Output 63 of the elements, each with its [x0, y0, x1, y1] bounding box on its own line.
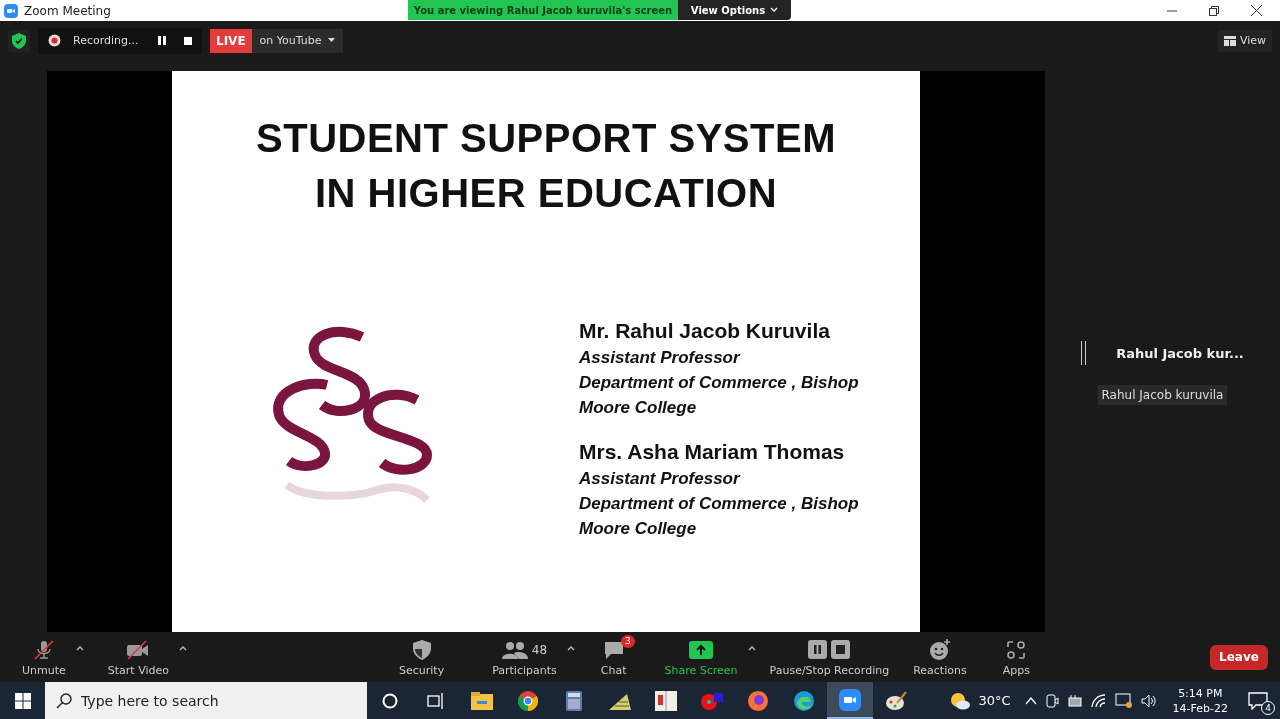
apps-button[interactable]: Apps [998, 635, 1034, 679]
presenter-role: Assistant Professor [579, 347, 742, 369]
smiley-plus-icon [928, 638, 951, 661]
chevron-up-icon[interactable] [1024, 696, 1037, 705]
close-icon[interactable] [1251, 5, 1262, 16]
name-tooltip: Rahul Jacob kuruvila [1097, 385, 1228, 405]
grid-icon [1223, 35, 1236, 46]
encryption-shield-icon[interactable] [8, 29, 30, 52]
unread-badge: 3 [620, 634, 635, 648]
reactions-button[interactable]: Reactions [909, 635, 971, 679]
record-dot-icon [48, 34, 61, 47]
live-target-button[interactable]: on YouTube [251, 28, 343, 53]
wifi-icon[interactable] [1090, 693, 1107, 708]
slide-title: STUDENT SUPPORT SYSTEM [256, 115, 836, 162]
weather-temperature[interactable]: 30°C [978, 693, 1011, 708]
presenter-name: Mr. Rahul Jacob Kuruvila [579, 318, 831, 344]
recording-status: Recording... [73, 34, 139, 47]
pause-icon[interactable] [158, 36, 166, 45]
camera-tray-icon[interactable] [1044, 693, 1059, 708]
presenter-department: Department of Commerce , Bishop Moore College [579, 493, 860, 540]
battery-icon[interactable] [1066, 694, 1083, 707]
video-camera-icon [4, 3, 18, 18]
participant-count: 48 [531, 642, 548, 657]
shield-icon [412, 639, 431, 660]
caret-icon[interactable] [75, 645, 84, 651]
clock-time[interactable]: 5:14 PM [1178, 685, 1223, 701]
live-badge: LIVE [210, 28, 252, 53]
security-button[interactable]: Security [395, 635, 449, 679]
caret-icon [770, 7, 779, 13]
caret-icon[interactable] [566, 645, 575, 651]
caret-icon[interactable] [747, 645, 756, 651]
participant-name: Rahul Jacob kur... [1116, 345, 1244, 361]
restore-icon[interactable] [1209, 5, 1219, 16]
speaker-icon[interactable] [1140, 693, 1157, 708]
participants-button[interactable]: 48 Participants [488, 635, 561, 679]
notification-count: 4 [1261, 700, 1275, 715]
recording-button[interactable]: Pause/Stop Recording [765, 635, 894, 679]
taskbar-search-field[interactable]: Type here to search [45, 682, 367, 719]
audio-level-icon [1081, 341, 1087, 365]
window-title: Zoom Meeting [24, 3, 111, 18]
presenter-name: Mrs. Asha Mariam Thomas [579, 439, 846, 465]
caret-icon [327, 38, 335, 43]
slide-title: IN HIGHER EDUCATION [314, 170, 778, 217]
weather-sun-cloud-icon[interactable] [950, 691, 971, 710]
pause-stop-icon [808, 639, 851, 660]
leave-button[interactable]: Leave [1210, 644, 1268, 670]
zoom-taskbar-icon[interactable] [827, 682, 873, 719]
video-button[interactable]: Start Video [103, 635, 173, 679]
viewing-notice: You are viewing Rahul Jacob kuruvila's screen [408, 0, 678, 20]
mic-button[interactable]: Unmute [18, 635, 70, 679]
apps-icon [1006, 639, 1027, 660]
search-icon [56, 693, 72, 709]
share-button[interactable]: Share Screen [660, 635, 742, 679]
presenter-role: Assistant Professor [579, 468, 742, 490]
view-button[interactable]: View [1217, 29, 1272, 52]
people-icon [501, 640, 528, 659]
speech-bubble-icon [602, 639, 625, 660]
clock-date[interactable]: 14-Feb-22 [1172, 700, 1228, 716]
screen-tray-icon[interactable] [1114, 692, 1133, 709]
view-options-button[interactable]: View Options [678, 0, 791, 20]
caret-icon[interactable] [179, 645, 187, 651]
presenter-department: Department of Commerce , Bishop Moore College [579, 372, 860, 419]
stop-icon[interactable] [184, 36, 192, 45]
